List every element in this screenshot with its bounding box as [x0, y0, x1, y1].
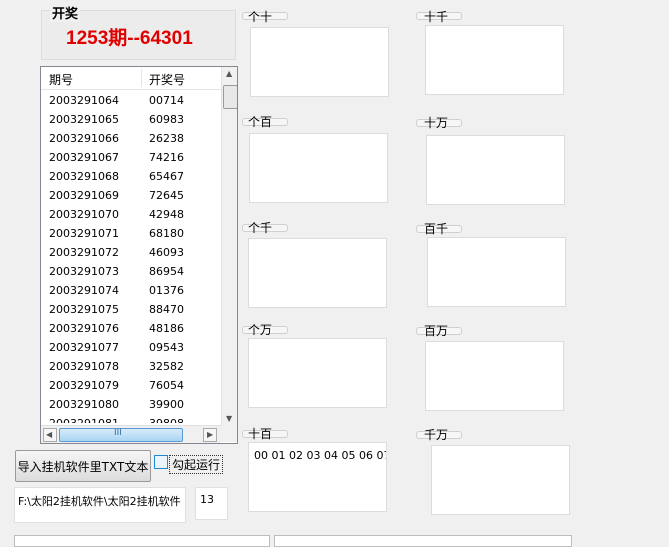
- list-row[interactable]: 2003291064 00714: [41, 91, 221, 110]
- list-row[interactable]: 2003291077 09543: [41, 338, 221, 357]
- period-cell: 2003291077: [49, 341, 119, 354]
- horizontal-scroll-thumb[interactable]: III: [59, 428, 183, 442]
- file-path-field[interactable]: F:\太阳2挂机软件\太阳2挂机软件: [14, 487, 186, 523]
- bottom-left-field[interactable]: [14, 535, 270, 547]
- number-cell: 39808: [149, 417, 184, 423]
- column-header-period[interactable]: 期号: [49, 71, 73, 88]
- run-checkbox[interactable]: [154, 455, 168, 469]
- period-cell: 2003291071: [49, 227, 119, 240]
- number-cell: 42948: [149, 208, 184, 221]
- number-cell: 09543: [149, 341, 184, 354]
- period-cell: 2003291074: [49, 284, 119, 297]
- history-list[interactable]: 期号 开奖号 2003291064 00714 2003291065 60983 200…: [40, 66, 238, 444]
- list-row[interactable]: 2003291074 01376: [41, 281, 221, 300]
- pos-box-bai-wan[interactable]: [425, 341, 564, 411]
- period-cell: 2003291069: [49, 189, 119, 202]
- period-cell: 2003291064: [49, 94, 119, 107]
- number-cell: 39900: [149, 398, 184, 411]
- pos-label-ge-wan: 个万: [248, 323, 273, 337]
- pos-label-shi-wan: 十万: [424, 116, 449, 130]
- period-cell: 2003291072: [49, 246, 119, 259]
- list-row[interactable]: 2003291076 48186: [41, 319, 221, 338]
- pos-label-shi-qian: 十千: [424, 10, 449, 24]
- number-cell: 00714: [149, 94, 184, 107]
- number-cell: 01376: [149, 284, 184, 297]
- pos-label-bai-wan: 百万: [424, 324, 449, 338]
- period-cell: 2003291070: [49, 208, 119, 221]
- pos-label-bai-qian: 百千: [424, 222, 449, 236]
- horizontal-scrollbar[interactable]: ◀ III ▶: [41, 425, 221, 443]
- period-cell: 2003291076: [49, 322, 119, 335]
- vertical-scrollbar[interactable]: ▲ ▼: [221, 67, 237, 427]
- run-checkbox-label[interactable]: 勾起运行: [169, 455, 224, 474]
- pos-label-ge-qian: 个千: [248, 221, 273, 235]
- number-cell: 76054: [149, 379, 184, 392]
- pos-box-ge-shi[interactable]: [250, 27, 389, 97]
- import-txt-button[interactable]: 导入挂机软件里TXT文本: [15, 450, 151, 482]
- number-cell: 72645: [149, 189, 184, 202]
- period-cell: 2003291066: [49, 132, 119, 145]
- number-cell: 65467: [149, 170, 184, 183]
- list-row[interactable]: 2003291079 76054: [41, 376, 221, 395]
- pos-box-shi-wan[interactable]: [426, 135, 565, 205]
- pos-box-shi-bai[interactable]: 00 01 02 03 04 05 06 07 08: [248, 442, 387, 512]
- list-row[interactable]: 2003291067 74216: [41, 148, 221, 167]
- column-header-number[interactable]: 开奖号: [149, 71, 185, 88]
- bottom-right-field[interactable]: [274, 535, 572, 547]
- pos-label-shi-bai: 十百: [248, 427, 273, 441]
- number-cell: 32582: [149, 360, 184, 373]
- vertical-scroll-thumb[interactable]: [223, 85, 237, 109]
- period-cell: 2003291078: [49, 360, 119, 373]
- number-cell: 46093: [149, 246, 184, 259]
- pos-box-ge-qian[interactable]: [248, 238, 387, 308]
- scroll-thumb-grip: III: [114, 428, 122, 438]
- list-header: 期号 开奖号: [41, 67, 221, 90]
- period-cell: 2003291068: [49, 170, 119, 183]
- period-cell: 2003291073: [49, 265, 119, 278]
- scroll-left-arrow-icon[interactable]: ◀: [43, 428, 57, 442]
- pos-box-ge-wan[interactable]: [248, 338, 387, 408]
- list-row[interactable]: 2003291066 26238: [41, 129, 221, 148]
- pos-box-bai-qian[interactable]: [427, 237, 566, 307]
- number-cell: 86954: [149, 265, 184, 278]
- list-row[interactable]: 2003291069 72645: [41, 186, 221, 205]
- list-row[interactable]: 2003291080 39900: [41, 395, 221, 414]
- number-cell: 88470: [149, 303, 184, 316]
- draw-result-text: 1253期--64301: [66, 28, 193, 49]
- list-row[interactable]: 2003291081 39808: [41, 414, 221, 423]
- draw-group-label: 开奖: [50, 3, 81, 22]
- number-cell: 48186: [149, 322, 184, 335]
- pos-label-ge-shi: 个十: [248, 10, 273, 24]
- period-cell: 2003291067: [49, 151, 119, 164]
- period-cell: 2003291065: [49, 113, 119, 126]
- list-row[interactable]: 2003291071 68180: [41, 224, 221, 243]
- pos-label-qian-wan: 千万: [424, 428, 449, 442]
- number-cell: 68180: [149, 227, 184, 240]
- number-cell: 26238: [149, 132, 184, 145]
- list-row[interactable]: 2003291075 88470: [41, 300, 221, 319]
- pos-box-ge-bai[interactable]: [249, 133, 388, 203]
- list-row[interactable]: 2003291070 42948: [41, 205, 221, 224]
- scroll-right-arrow-icon[interactable]: ▶: [203, 428, 217, 442]
- list-row[interactable]: 2003291065 60983: [41, 110, 221, 129]
- period-cell: 2003291079: [49, 379, 119, 392]
- list-row[interactable]: 2003291073 86954: [41, 262, 221, 281]
- period-cell: 2003291075: [49, 303, 119, 316]
- column-divider[interactable]: [141, 69, 142, 87]
- scroll-corner: [221, 425, 237, 442]
- pos-box-shi-qian[interactable]: [425, 25, 564, 95]
- period-cell: 2003291081: [49, 417, 119, 423]
- list-row[interactable]: 2003291078 32582: [41, 357, 221, 376]
- list-row[interactable]: 2003291068 65467: [41, 167, 221, 186]
- period-cell: 2003291080: [49, 398, 119, 411]
- pos-label-ge-bai: 个百: [248, 115, 273, 129]
- count-field[interactable]: 13: [195, 487, 228, 520]
- list-body: 2003291064 00714 2003291065 60983 2003291066…: [41, 91, 221, 423]
- number-cell: 74216: [149, 151, 184, 164]
- number-cell: 60983: [149, 113, 184, 126]
- pos-box-qian-wan[interactable]: [431, 445, 570, 515]
- list-row[interactable]: 2003291072 46093: [41, 243, 221, 262]
- scroll-up-arrow-icon[interactable]: ▲: [222, 67, 237, 83]
